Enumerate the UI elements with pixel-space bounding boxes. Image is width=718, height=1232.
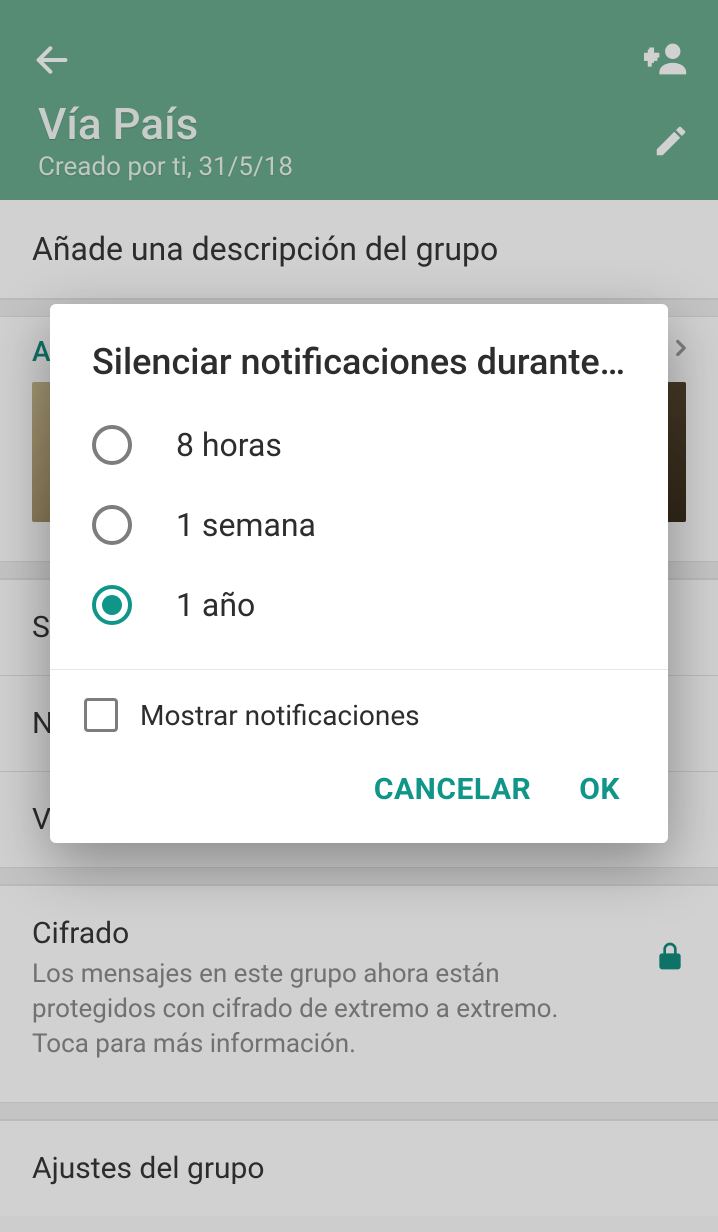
dialog-actions: CANCELAR OK [50, 742, 668, 843]
option-label: 8 horas [176, 426, 282, 464]
option-label: 1 año [176, 586, 255, 624]
ok-button[interactable]: OK [579, 772, 620, 807]
show-notifications-label: Mostrar notificaciones [140, 699, 420, 732]
option-1-year[interactable]: 1 año [50, 565, 668, 645]
mute-dialog: Silenciar notificaciones durante… 8 hora… [50, 304, 668, 843]
option-8-hours[interactable]: 8 horas [50, 405, 668, 485]
option-1-week[interactable]: 1 semana [50, 485, 668, 565]
dialog-options: 8 horas 1 semana 1 año [50, 393, 668, 665]
checkbox-icon [84, 698, 118, 732]
dialog-title: Silenciar notificaciones durante… [50, 304, 668, 393]
radio-icon [92, 425, 132, 465]
radio-selected-icon [92, 585, 132, 625]
radio-icon [92, 505, 132, 545]
option-label: 1 semana [176, 506, 316, 544]
show-notifications-row[interactable]: Mostrar notificaciones [50, 670, 668, 742]
cancel-button[interactable]: CANCELAR [374, 772, 531, 807]
